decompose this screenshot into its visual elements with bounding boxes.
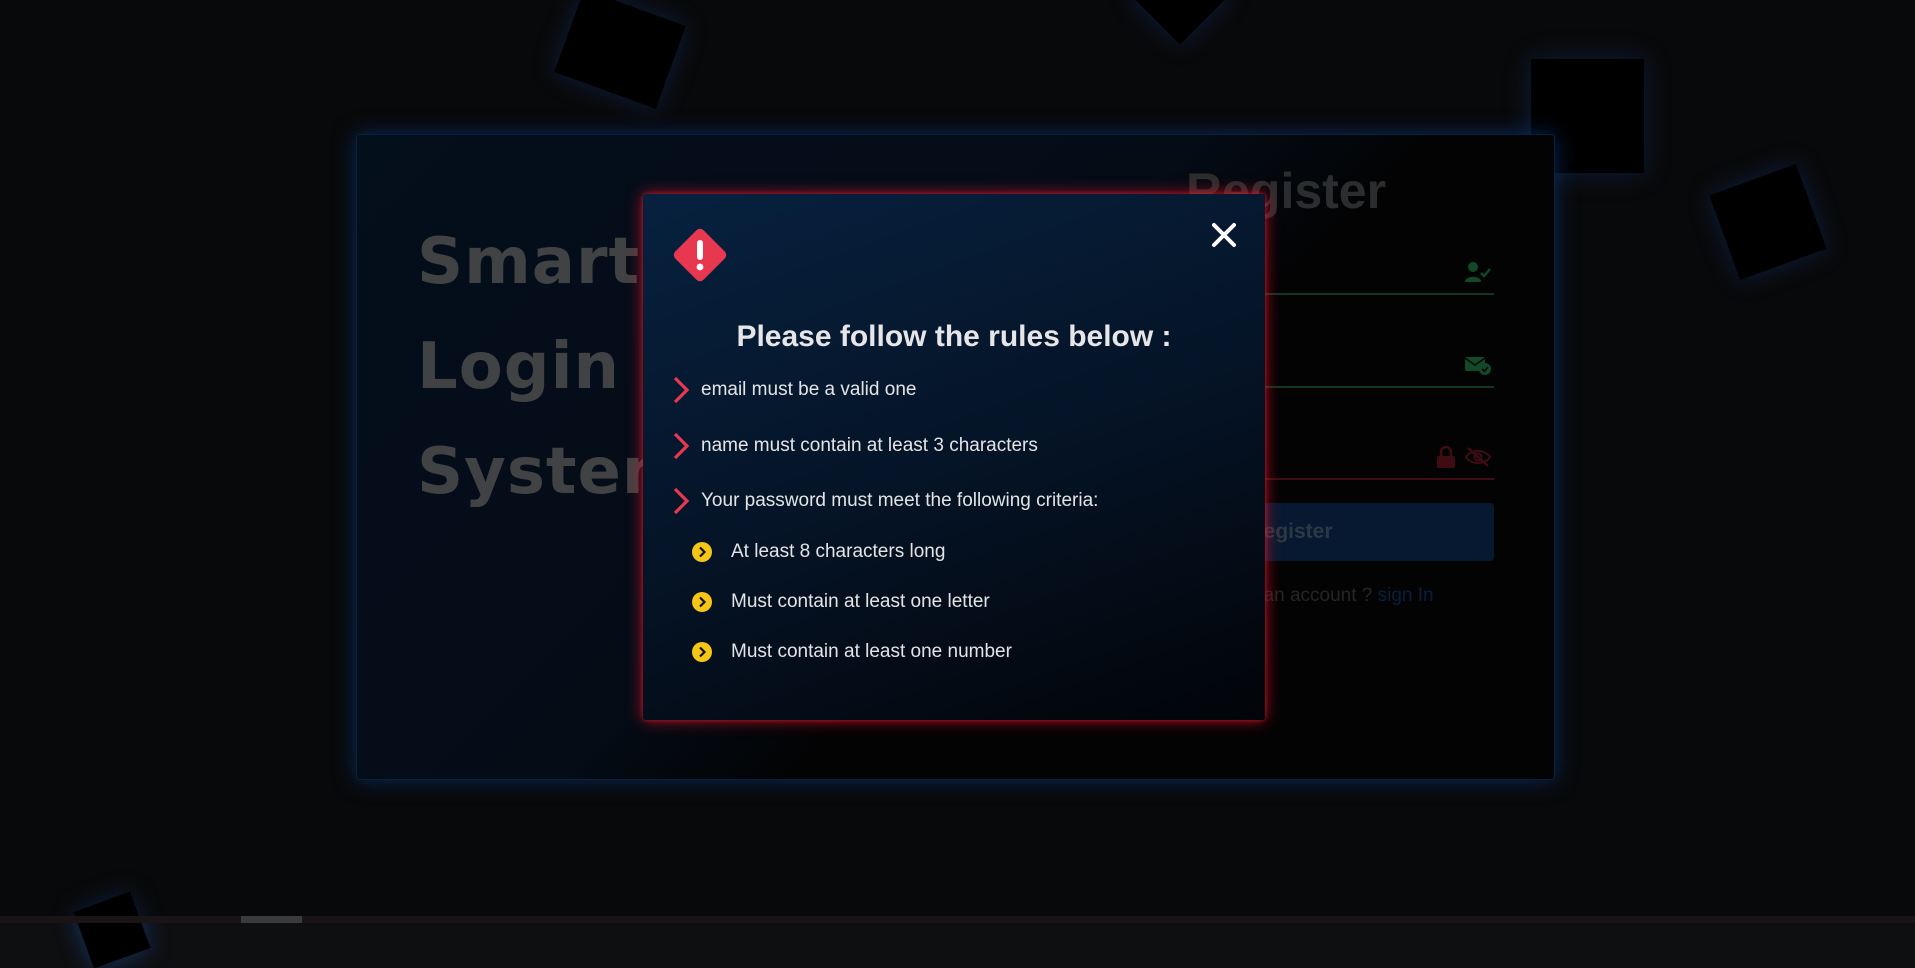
criteria-item: Must contain at least one letter bbox=[691, 591, 990, 613]
chevron-right-icon bbox=[673, 432, 690, 460]
rule-item: email must be a valid one bbox=[671, 376, 916, 404]
rule-item: Your password must meet the following cr… bbox=[671, 487, 1098, 515]
criteria-item: At least 8 characters long bbox=[691, 541, 945, 563]
criteria-text: At least 8 characters long bbox=[731, 541, 946, 562]
chevron-circle-icon bbox=[692, 542, 712, 562]
exclamation-diamond-icon bbox=[669, 224, 731, 290]
close-icon bbox=[1209, 223, 1239, 253]
rule-text: Your password must meet the following cr… bbox=[701, 490, 1099, 511]
chevron-circle-icon bbox=[692, 592, 712, 612]
scrollbar-thumb[interactable] bbox=[241, 916, 302, 923]
modal-title: Please follow the rules below : bbox=[736, 320, 1172, 353]
chevron-right-icon bbox=[673, 376, 690, 404]
rule-text: name must contain at least 3 characters bbox=[701, 435, 1038, 456]
rules-modal: Please follow the rules below : email mu… bbox=[643, 194, 1265, 720]
chevron-circle-icon bbox=[692, 642, 712, 662]
criteria-item: Must contain at least one number bbox=[691, 641, 1012, 663]
criteria-text: Must contain at least one letter bbox=[731, 591, 990, 612]
horizontal-scrollbar[interactable] bbox=[0, 916, 1915, 923]
rule-item: name must contain at least 3 characters bbox=[671, 432, 1038, 460]
criteria-text: Must contain at least one number bbox=[731, 641, 1012, 662]
chevron-right-icon bbox=[673, 487, 690, 515]
close-button[interactable] bbox=[1209, 220, 1239, 250]
rule-text: email must be a valid one bbox=[701, 379, 917, 400]
